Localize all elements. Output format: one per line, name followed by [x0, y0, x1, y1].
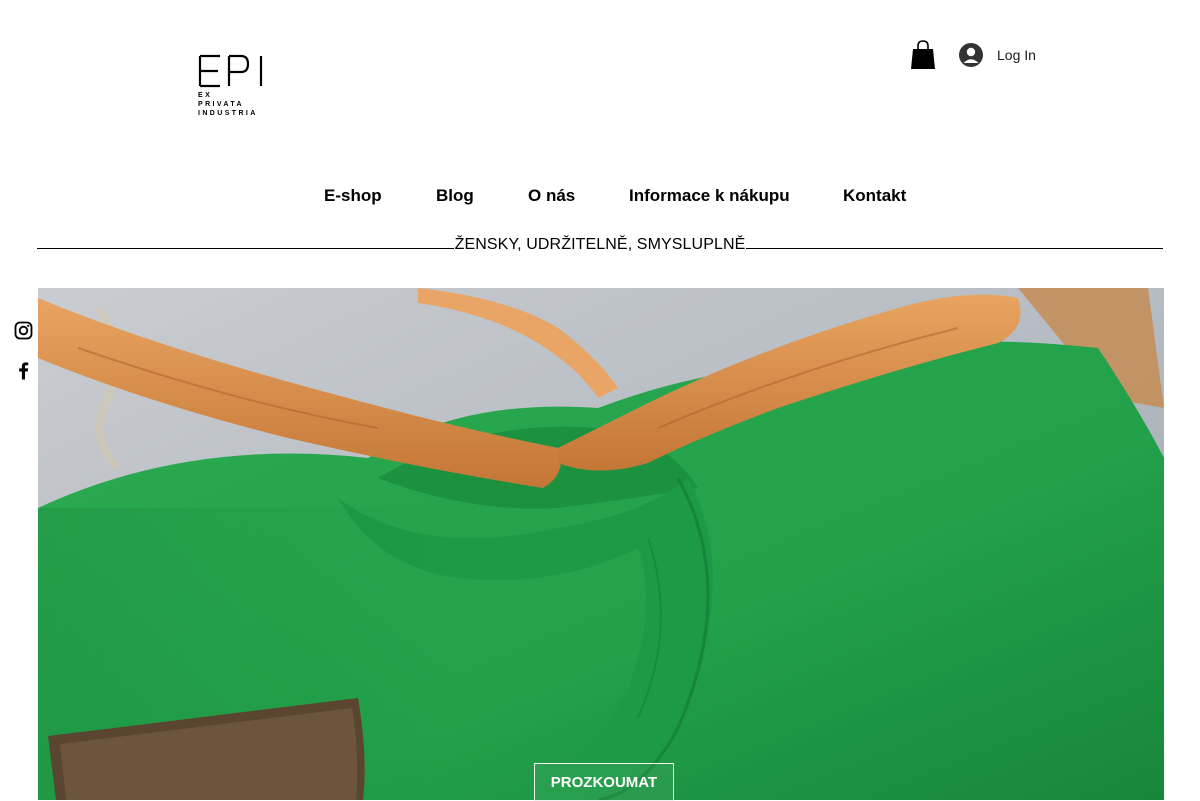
- facebook-icon: [19, 362, 29, 380]
- nav-item-about[interactable]: O nás: [528, 186, 575, 206]
- instagram-icon: [14, 321, 33, 340]
- main-nav: E-shop Blog O nás Informace k nákupu Kon…: [0, 186, 1200, 208]
- nav-item-blog[interactable]: Blog: [436, 186, 474, 206]
- tagline-text: ŽENSKY, UDRŽITELNĚ, SMYSLUPLNĚ: [453, 236, 747, 253]
- hero-tshirt-illustration: [38, 288, 1164, 800]
- login-button[interactable]: Log In: [958, 42, 1036, 68]
- facebook-link[interactable]: [14, 361, 33, 380]
- logo-line: EX: [198, 92, 213, 99]
- logo-mark: [198, 54, 266, 94]
- nav-item-contact[interactable]: Kontakt: [843, 186, 906, 206]
- logo-line: INDUSTRIA: [198, 110, 258, 117]
- shopping-bag-icon: [911, 40, 935, 69]
- explore-button[interactable]: PROZKOUMAT: [534, 763, 674, 801]
- nav-item-purchase-info[interactable]: Informace k nákupu: [629, 186, 790, 206]
- epi-logo-mark-icon: [198, 54, 263, 88]
- tagline: ŽENSKY, UDRŽITELNĚ, SMYSLUPLNĚ: [0, 236, 1200, 254]
- cart-button[interactable]: [910, 40, 936, 70]
- logo-line: PRIVATA: [198, 101, 244, 108]
- user-avatar-icon: [959, 43, 983, 67]
- brand-logo[interactable]: EX PRIVATA INDUSTRIA: [194, 50, 270, 126]
- hero-image: [38, 288, 1164, 800]
- login-label: Log In: [997, 47, 1036, 63]
- nav-item-eshop[interactable]: E-shop: [324, 186, 382, 206]
- instagram-link[interactable]: [14, 321, 33, 340]
